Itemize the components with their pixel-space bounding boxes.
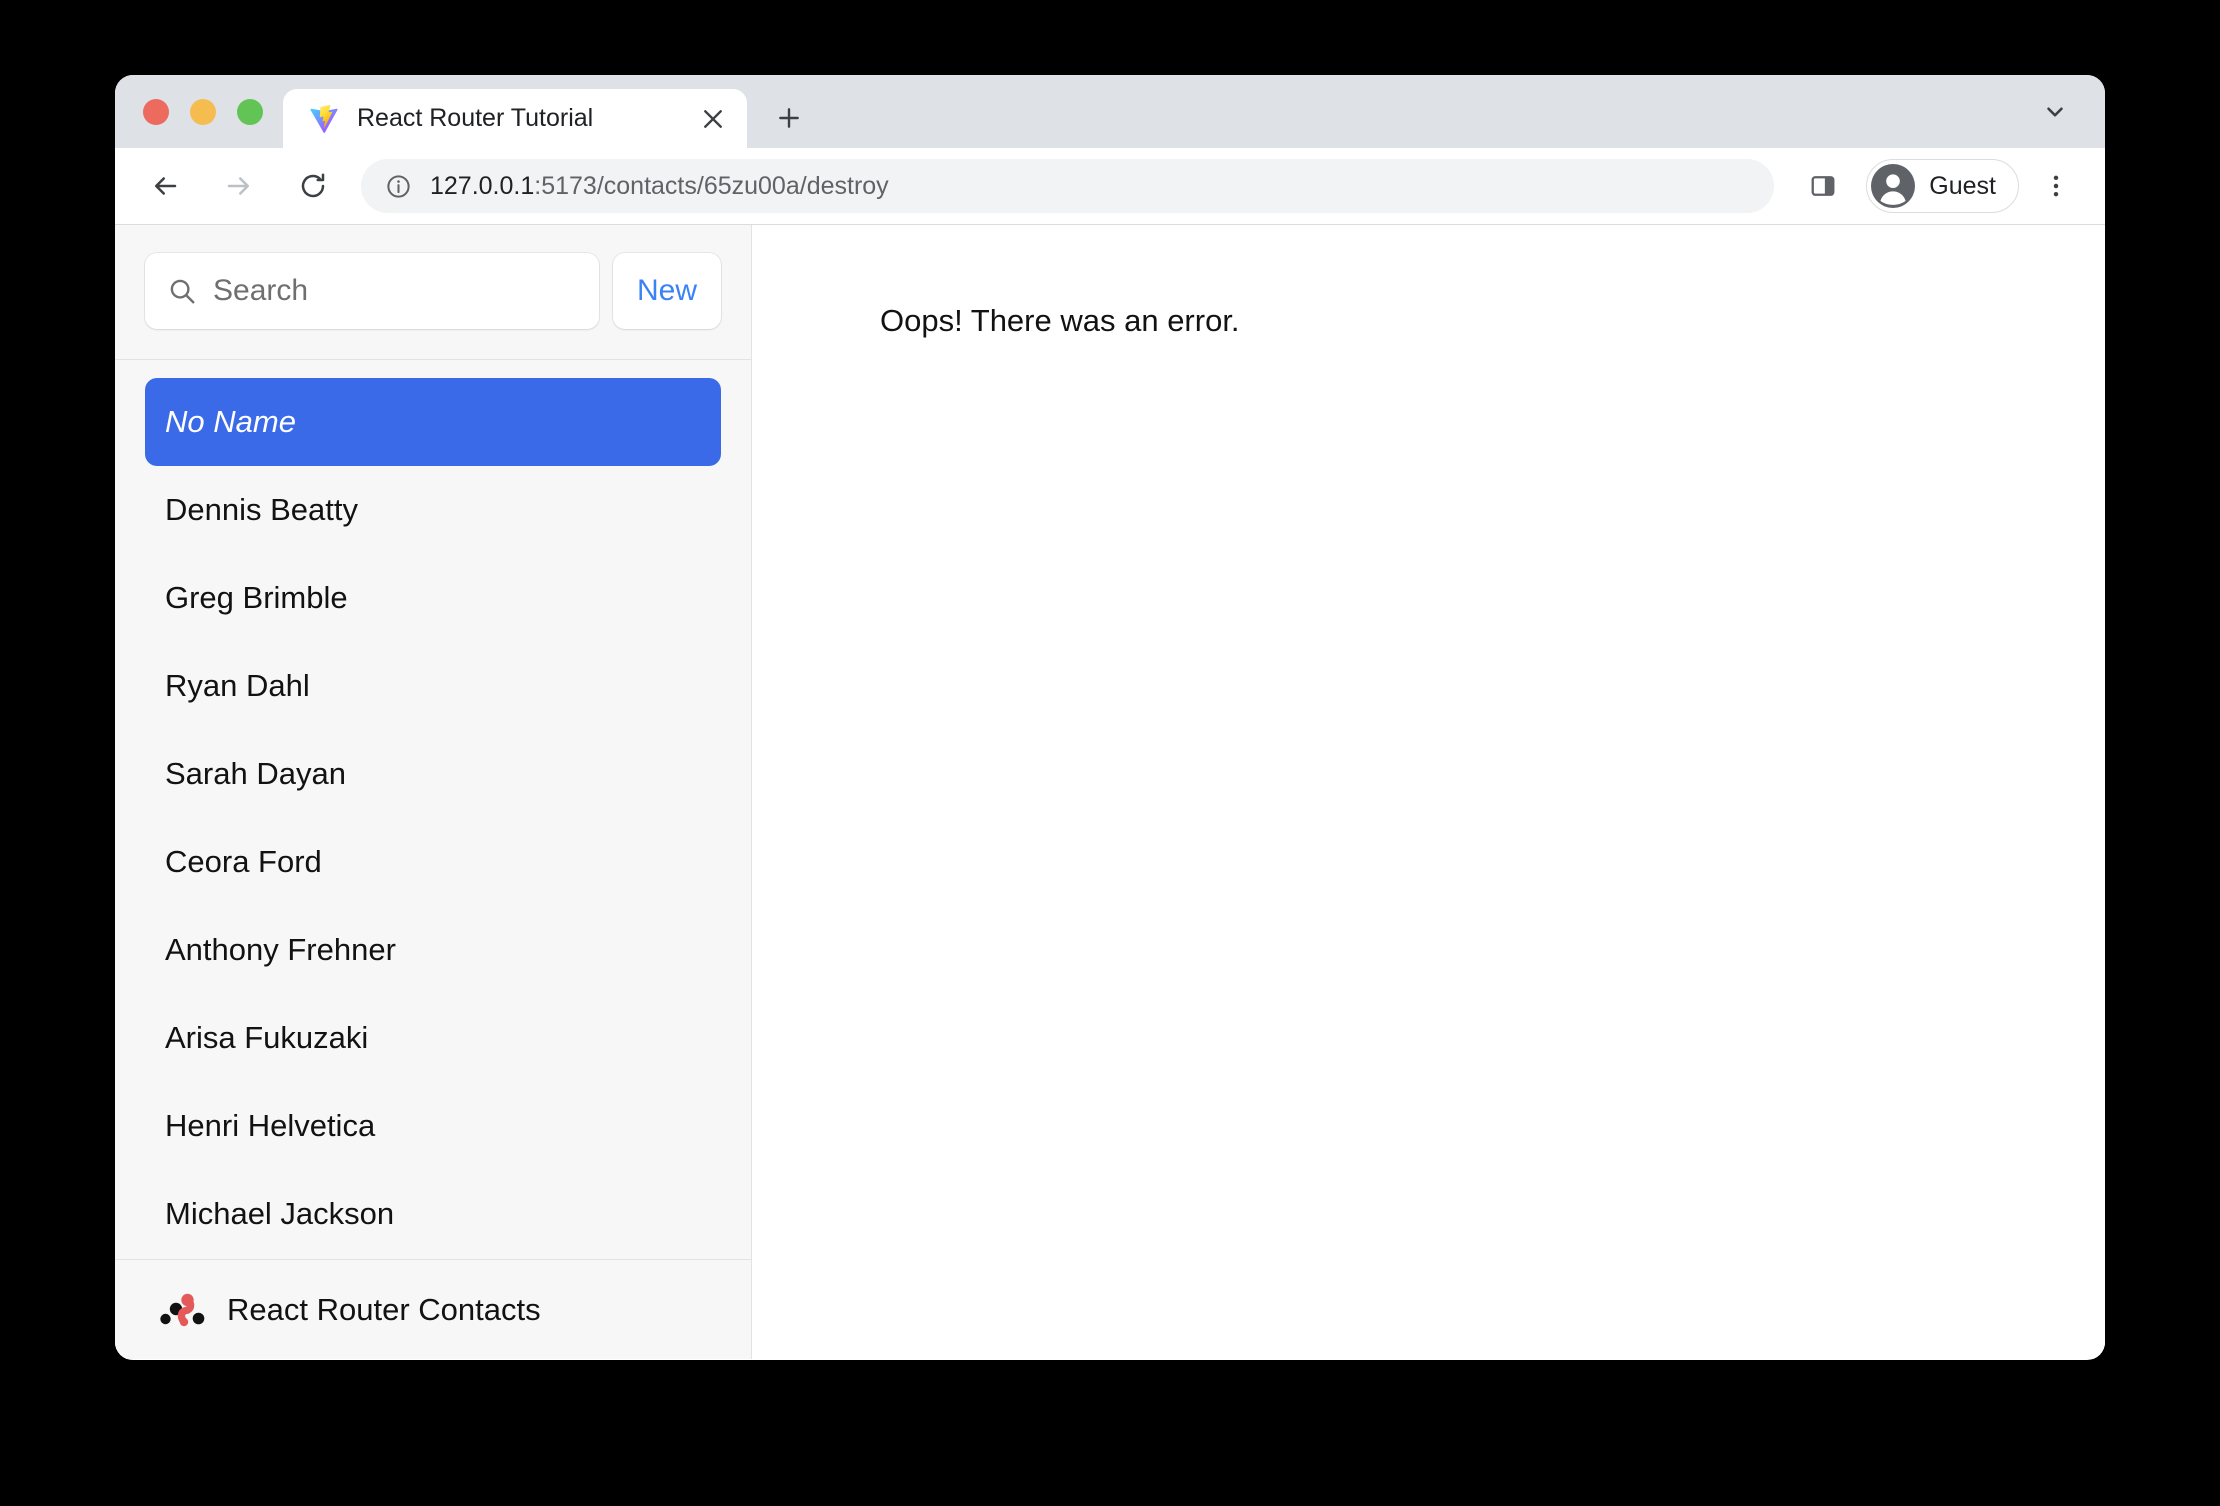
browser-window: React Router Tutorial 127.0.0.1:5173/con… (115, 75, 2105, 1360)
info-circle-icon[interactable] (385, 173, 412, 200)
vite-icon (310, 104, 338, 133)
contacts-list: No Name Dennis Beatty Greg Brimble Ryan Dah… (145, 378, 721, 1258)
zoom-window-button[interactable] (237, 98, 263, 125)
sidebar-footer-title: React Router Contacts (227, 1291, 541, 1327)
avatar-icon (1871, 164, 1916, 208)
page-viewport: New No Name Dennis Beatty Greg Brimble Ryan… (115, 225, 2105, 1359)
contact-name: Ryan Dahl (165, 668, 310, 703)
tab-strip: React Router Tutorial (115, 75, 2105, 148)
contact-name: Sarah Dayan (165, 756, 346, 791)
tab-search-button[interactable] (2027, 84, 2083, 140)
profile-name: Guest (1929, 171, 1996, 200)
more-vertical-icon (2053, 175, 2059, 197)
new-contact-button[interactable]: New (612, 253, 721, 329)
tab-title: React Router Tutorial (357, 104, 594, 132)
side-panel-icon (1811, 176, 1835, 196)
sidebar-footer: React Router Contacts (115, 1259, 751, 1359)
contact-name: No Name (165, 404, 296, 439)
contacts-nav: No Name Dennis Beatty Greg Brimble Ryan Dah… (115, 360, 751, 1259)
browser-toolbar: 127.0.0.1:5173/contacts/65zu00a/destroy … (115, 148, 2105, 225)
browser-tab-react-router-tutorial[interactable]: React Router Tutorial (283, 89, 747, 148)
main-content: Oops! There was an error. (752, 225, 2105, 1359)
contact-list-item[interactable]: Sarah Dayan (145, 730, 721, 818)
contact-list-item[interactable]: Ceora Ford (145, 818, 721, 906)
search-field[interactable] (145, 253, 599, 329)
search-icon (170, 279, 195, 304)
search-input[interactable] (213, 274, 577, 308)
contact-list-item[interactable]: No Name (145, 378, 721, 466)
react-router-logo-icon (160, 1293, 205, 1326)
address-bar[interactable]: 127.0.0.1:5173/contacts/65zu00a/destroy (361, 159, 1775, 213)
url-path: :5173/contacts/65zu00a/destroy (534, 171, 889, 200)
error-message: Oops! There was an error. (880, 303, 1240, 338)
close-icon[interactable] (693, 99, 733, 139)
contact-list-item[interactable]: Dennis Beatty (145, 466, 721, 554)
contact-name: Arisa Fukuzaki (165, 1020, 369, 1055)
url-host: 127.0.0.1 (430, 171, 535, 200)
plus-icon (779, 108, 799, 128)
contact-list-item[interactable]: Greg Brimble (145, 554, 721, 642)
browser-menu-button[interactable] (2029, 159, 2083, 213)
contact-name: Henri Helvetica (165, 1108, 376, 1143)
contact-list-item[interactable]: Michael Jackson (145, 1170, 721, 1258)
back-button[interactable] (137, 158, 193, 214)
sidebar-header: New (115, 225, 751, 360)
window-traffic-lights (115, 75, 283, 148)
contact-list-item[interactable]: Ryan Dahl (145, 642, 721, 730)
arrow-left-icon (155, 177, 177, 195)
contact-name: Dennis Beatty (165, 492, 358, 527)
side-panel-button[interactable] (1796, 159, 1850, 213)
minimize-window-button[interactable] (190, 98, 216, 125)
contact-name: Michael Jackson (165, 1196, 395, 1231)
chevron-down-icon (2047, 107, 2063, 117)
close-window-button[interactable] (143, 98, 169, 125)
contact-name: Greg Brimble (165, 580, 348, 615)
profile-chip-guest[interactable]: Guest (1866, 159, 2019, 213)
reload-icon (301, 173, 325, 198)
contact-list-item[interactable]: Arisa Fukuzaki (145, 994, 721, 1082)
arrow-right-icon (227, 177, 249, 195)
reload-button[interactable] (285, 158, 341, 214)
contact-list-item[interactable]: Henri Helvetica (145, 1082, 721, 1170)
url-text: 127.0.0.1:5173/contacts/65zu00a/destroy (430, 172, 889, 201)
contact-list-item[interactable]: Anthony Frehner (145, 906, 721, 994)
new-tab-button[interactable] (761, 90, 817, 146)
forward-button[interactable] (211, 158, 267, 214)
contact-name: Anthony Frehner (165, 932, 396, 967)
contacts-sidebar: New No Name Dennis Beatty Greg Brimble Ryan… (115, 225, 752, 1359)
contact-name: Ceora Ford (165, 844, 322, 879)
